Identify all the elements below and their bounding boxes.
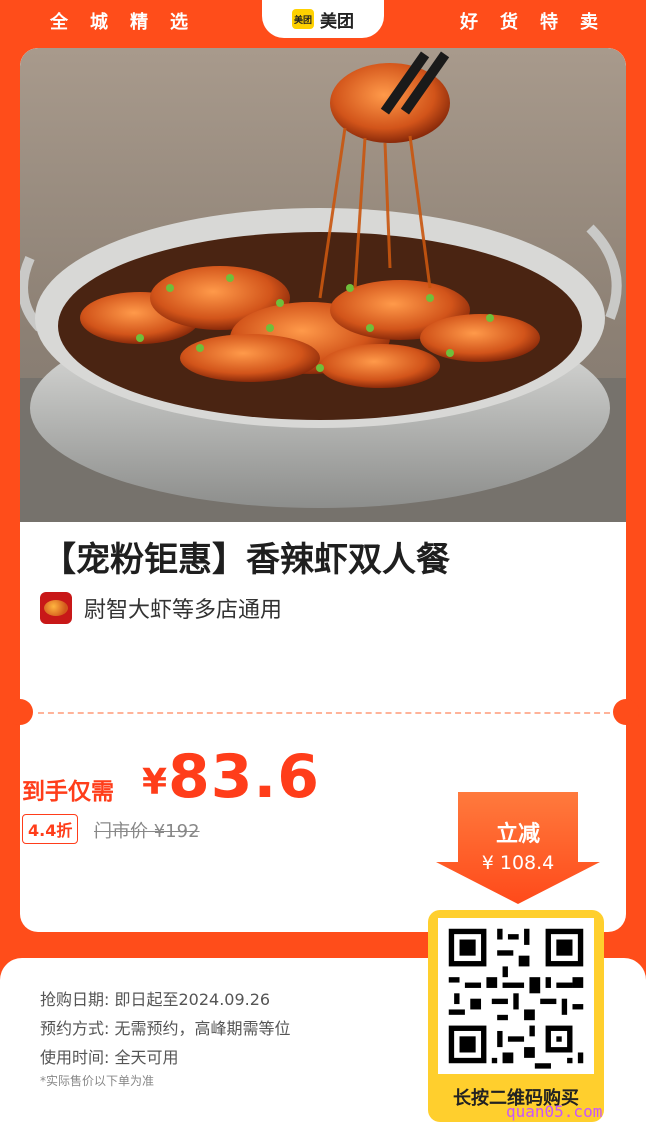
booking-row: 预约方式: 无需预约，高峰期需等位 xyxy=(40,1015,291,1039)
price-value: 83.6 xyxy=(168,742,321,812)
dish-photo xyxy=(20,48,626,522)
top-banner: 全 城 精 选 美团 美团 好 货 特 卖 xyxy=(0,0,646,40)
booking-key: 预约方式: xyxy=(40,1019,110,1038)
usage-key: 使用时间: xyxy=(40,1048,110,1067)
original-price: 门市价 ¥192 xyxy=(94,821,200,842)
qr-panel[interactable]: 长按二维码购买 xyxy=(428,910,604,1122)
slogan-char: 好 xyxy=(460,12,478,33)
purchase-date-key: 抢购日期: xyxy=(40,990,110,1009)
store-logo-icon xyxy=(40,592,72,624)
store-row: 尉智大虾等多店通用 xyxy=(40,592,282,624)
shrimp-pot-image xyxy=(20,48,626,522)
product-title: 【宠粉钜惠】香辣虾双人餐 xyxy=(42,540,450,580)
watermark: quan05.com xyxy=(506,1102,603,1121)
qr-code[interactable] xyxy=(438,918,594,1074)
meituan-logo-icon: 美团 xyxy=(292,9,314,29)
cut-value: ¥ 108.4 xyxy=(481,852,555,874)
qr-code-icon xyxy=(438,918,594,1074)
brand-name: 美团 xyxy=(320,11,354,32)
purchase-date-row: 抢购日期: 即日起至2024.09.26 xyxy=(40,986,270,1010)
purchase-date-value: 即日起至2024.09.26 xyxy=(114,990,271,1009)
booking-value: 无需预约，高峰期需等位 xyxy=(114,1019,291,1038)
slogan-left: 全 城 精 选 xyxy=(50,8,188,34)
price-currency: ¥ xyxy=(142,762,168,803)
ticket-notch-left xyxy=(7,699,33,725)
price-label: 到手仅需 xyxy=(22,779,114,805)
slogan-char: 全 xyxy=(50,12,68,33)
discount-arrow-icon xyxy=(436,792,600,904)
slogan-char: 选 xyxy=(170,12,188,33)
slogan-char: 货 xyxy=(500,12,518,33)
slogan-char: 卖 xyxy=(580,12,598,33)
usage-row: 使用时间: 全天可用 xyxy=(40,1044,179,1068)
price-note: *实际售价以下单为准 xyxy=(40,1074,155,1088)
slogan-char: 城 xyxy=(90,12,108,33)
slogan-char: 特 xyxy=(540,12,558,33)
dashed-divider xyxy=(38,712,610,714)
meituan-logo-tab: 美团 美团 xyxy=(262,0,384,38)
cut-title: 立减 xyxy=(495,822,540,847)
usage-value: 全天可用 xyxy=(114,1048,179,1067)
slogan-char: 精 xyxy=(130,12,148,33)
discount-badge: 4.4折 xyxy=(22,814,79,844)
ticket-notch-right xyxy=(613,699,639,725)
store-name: 尉智大虾等多店通用 xyxy=(84,598,283,623)
slogan-right: 好 货 特 卖 xyxy=(460,8,598,34)
